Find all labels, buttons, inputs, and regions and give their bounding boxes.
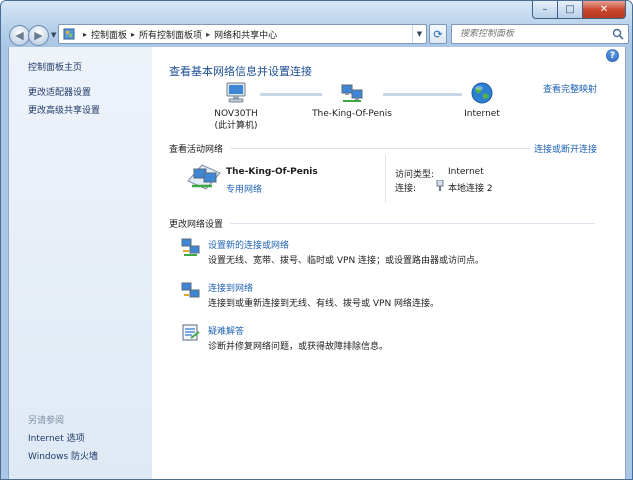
breadcrumb-separator[interactable]: ▸ (131, 30, 135, 39)
home-network-icon (187, 164, 221, 190)
connections-label: 连接: (395, 184, 417, 194)
main-pane: 查看基本网络信息并设置连接 查看完整映射 NOV30TH (此计算机) The-… (152, 47, 627, 479)
minimize-button[interactable]: – (532, 1, 558, 19)
computer-icon (226, 82, 246, 103)
node-label: Internet (464, 109, 500, 119)
node-sublabel: (此计算机) (214, 121, 258, 131)
refresh-button[interactable]: ⟳ (429, 24, 447, 44)
page-title: 查看基本网络信息并设置连接 (169, 65, 312, 78)
access-type-value: Internet (448, 167, 484, 177)
task-new-connection-link[interactable]: 设置新的连接或网络 (208, 238, 289, 251)
refresh-icon: ⟳ (433, 27, 443, 41)
node-label: The-King-Of-Penis (312, 109, 392, 119)
address-dropdown[interactable]: ▼ (412, 25, 426, 43)
caption-buttons: – □ ✕ (532, 1, 626, 19)
help-button[interactable]: ? (606, 49, 619, 62)
active-networks-heading: 查看活动网络 (169, 145, 224, 155)
sidebar-item-windows-firewall[interactable]: Windows 防火墙 (28, 449, 98, 462)
task-connect-network-desc: 连接到或重新连接到无线、有线、拨号或 VPN 网络连接。 (208, 299, 440, 309)
connect-network-icon (181, 282, 200, 298)
network-type-link[interactable]: 专用网络 (226, 182, 262, 195)
local-connection-link[interactable]: 本地连接 2 (448, 181, 493, 194)
forward-arrow-icon: ▶ (34, 29, 43, 42)
change-settings-heading: 更改网络设置 (169, 220, 224, 230)
breadcrumb-separator[interactable]: ▸ (206, 30, 210, 39)
search-icon (612, 28, 624, 40)
divider (230, 148, 530, 149)
sidebar-item-advanced-sharing[interactable]: 更改高级共享设置 (28, 103, 100, 116)
ethernet-plug-icon (436, 180, 444, 191)
new-connection-icon (181, 238, 200, 256)
divider (230, 223, 595, 224)
map-connection-line (383, 93, 462, 96)
back-button[interactable]: ◀ (9, 25, 30, 46)
breadcrumb-all-items[interactable]: 所有控制面板项 (139, 28, 202, 41)
map-node-computer[interactable]: NOV30TH (此计算机) (206, 81, 266, 132)
task-connect-network-link[interactable]: 连接到网络 (208, 281, 253, 294)
access-type-label: 访问类型: (395, 170, 435, 180)
left-pane: 控制面板主页 更改适配器设置 更改高级共享设置 另请参阅 Internet 选项… (9, 47, 152, 479)
window-frame: – □ ✕ ◀ ▶ ▼ ▸ 控制面板 ▸ 所有控制面板项 ▸ 网络和共享中心 ▼… (0, 0, 633, 480)
sidebar-item-change-adapter[interactable]: 更改适配器设置 (28, 85, 91, 98)
network-icon (341, 84, 363, 102)
map-node-network[interactable]: The-King-Of-Penis (312, 81, 392, 120)
address-bar[interactable]: ▸ 控制面板 ▸ 所有控制面板项 ▸ 网络和共享中心 ▼ (58, 24, 427, 44)
view-full-map-link[interactable]: 查看完整映射 (543, 82, 597, 95)
task-troubleshoot-link[interactable]: 疑难解答 (208, 324, 244, 337)
task-new-connection-desc: 设置无线、宽带、拨号、临时或 VPN 连接；或设置路由器或访问点。 (208, 256, 485, 266)
connect-disconnect-link[interactable]: 连接或断开连接 (534, 142, 597, 155)
task-troubleshoot-desc: 诊断并修复网络问题，或获得故障排除信息。 (208, 342, 389, 352)
sidebar-item-internet-options[interactable]: Internet 选项 (28, 431, 85, 444)
globe-icon (471, 82, 493, 104)
divider (385, 155, 386, 203)
forward-button[interactable]: ▶ (28, 25, 49, 46)
see-also-heading: 另请参阅 (28, 416, 65, 426)
search-input[interactable] (460, 29, 610, 39)
breadcrumb-network-center[interactable]: 网络和共享中心 (214, 28, 277, 41)
breadcrumb-separator[interactable]: ▸ (83, 30, 87, 39)
search-box[interactable] (451, 24, 629, 44)
map-node-internet[interactable]: Internet (452, 81, 512, 120)
recent-pages-dropdown[interactable]: ▼ (51, 31, 56, 39)
maximize-button[interactable]: □ (558, 1, 583, 19)
troubleshoot-icon (182, 324, 200, 341)
node-label: NOV30TH (214, 109, 258, 119)
back-arrow-icon: ◀ (15, 29, 24, 42)
content-area: 控制面板主页 更改适配器设置 更改高级共享设置 另请参阅 Internet 选项… (8, 47, 627, 479)
breadcrumb-control-panel[interactable]: 控制面板 (91, 28, 127, 41)
control-panel-icon (63, 28, 75, 40)
active-network-name: The-King-Of-Penis (226, 167, 318, 177)
close-button[interactable]: ✕ (583, 1, 626, 19)
sidebar-item-control-panel-home[interactable]: 控制面板主页 (28, 60, 82, 73)
